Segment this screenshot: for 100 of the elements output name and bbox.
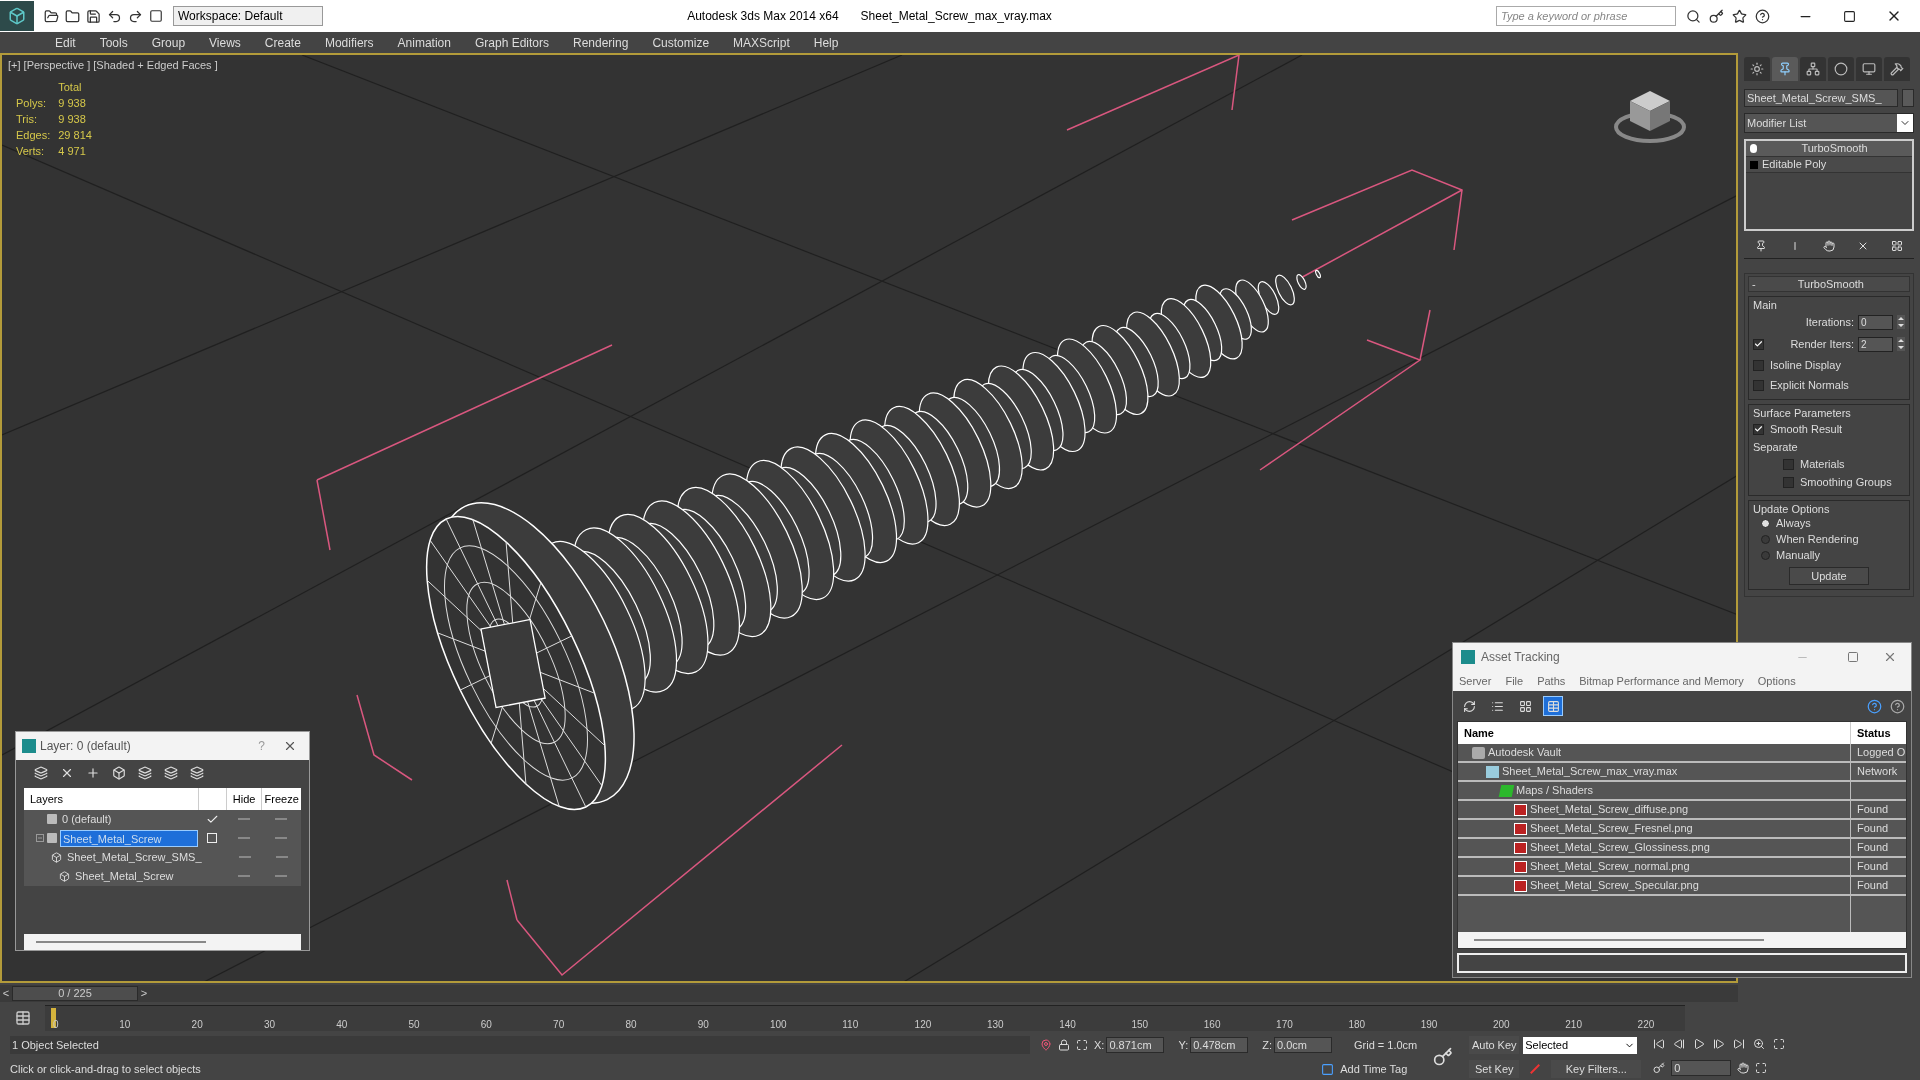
frame-number: 200 [1493,1018,1510,1032]
layer-name[interactable]: Sheet_Metal_Screw [60,829,199,847]
set-key-button[interactable]: Set Key [1469,1060,1520,1078]
layer-name[interactable]: Sheet_Metal_Screw [73,867,199,885]
radio-label: Always [1776,515,1811,531]
menu-item[interactable]: Views [209,33,241,52]
auto-key-button[interactable]: Auto Key [1469,1036,1520,1054]
stat-value: 4 971 [58,144,87,159]
radio-label: When Rendering [1776,531,1859,547]
app-title: Autodesk 3ds Max 2014 x64 [687,8,839,25]
collapse-sign: - [1752,276,1756,292]
frame-number: 30 [263,1018,275,1032]
asset-name[interactable]: Sheet_Metal_Screw_max_vray.max [1502,763,1678,780]
modifier-list-dropdown[interactable]: Modifier List [1744,113,1914,133]
rollout-title: TurboSmooth [1796,276,1865,292]
asset-status: Found [1857,841,1889,853]
frame-number: 140 [1059,1018,1076,1032]
asset-name[interactable]: Sheet_Metal_Screw_Fresnel.png [1530,820,1693,837]
asset-status: Found [1857,822,1889,834]
menu-item[interactable]: Group [151,33,186,52]
menu-item[interactable]: Bitmap Performance and Memory [1579,672,1744,690]
coordinate-field[interactable]: 0.478cm [1190,1037,1249,1053]
file-title: Sheet_Metal_Screw_max_vray.max [860,8,1052,25]
asset-name[interactable]: Sheet_Metal_Screw_Glossiness.png [1530,839,1710,856]
menu-item[interactable]: File [1505,672,1524,690]
dialog-title: Layer: 0 (default) [40,738,132,755]
menu-item[interactable]: Modifiers [324,33,374,52]
frame-number: 220 [1637,1018,1655,1032]
menu-item[interactable]: Customize [652,33,710,52]
coordinate-field[interactable]: 0.871cm [1106,1037,1165,1053]
frame-number: 190 [1420,1018,1438,1032]
frame-number: 90 [697,1018,709,1032]
object-name-field[interactable]: Sheet_Metal_Screw_SMS_ [1744,89,1898,107]
frame-number: 160 [1203,1018,1221,1032]
key-filters-button[interactable]: Key Filters... [1551,1060,1642,1078]
window-title: Asset Tracking [1481,649,1561,666]
coordinate-field[interactable]: 0.0cm [1274,1037,1332,1053]
checkbox-label: Explicit Normals [1770,377,1849,393]
column-header: Layers [29,791,65,807]
asset-name[interactable]: Autodesk Vault [1488,744,1562,761]
spinner-field[interactable]: 0 [1858,314,1893,330]
asset-name[interactable]: Maps / Shaders [1516,782,1594,799]
stat-value: 9 938 [58,96,87,111]
frame-number: 150 [1131,1018,1149,1032]
checkbox-label: Isoline Display [1770,357,1841,373]
grid-size: Grid = 1.0cm [1354,1037,1418,1053]
menu-item[interactable]: Help [813,33,839,52]
asset-name[interactable]: Sheet_Metal_Screw_normal.png [1530,858,1690,875]
search-field[interactable]: Type a keyword or phrase [1496,6,1676,26]
frame-number: 210 [1565,1018,1582,1032]
frame-number: 50 [408,1018,420,1032]
stat-value: 9 938 [58,112,87,127]
next-frame-button[interactable]: > [138,984,150,1002]
time-slider-thumb[interactable]: 0 / 225 [12,985,138,1001]
stack-item[interactable]: Editable Poly [1746,157,1912,173]
stack-item[interactable]: TurboSmooth [1746,141,1912,157]
column-header: Hide [225,788,262,810]
frame-number: 130 [986,1018,1004,1032]
menu-item[interactable]: Create [264,33,301,52]
column-header: Name [1463,725,1495,741]
menu-item[interactable]: Graph Editors [474,33,549,52]
rollout-header[interactable]: - TurboSmooth [1748,276,1910,292]
asset-name[interactable]: Sheet_Metal_Screw_diffuse.png [1530,801,1689,818]
frame-number: 60 [480,1018,492,1032]
update-button[interactable]: Update [1789,567,1869,585]
layer-name[interactable]: Sheet_Metal_Screw_SMS_ [65,848,204,866]
frame-number: 70 [553,1018,565,1032]
checkbox-label: Smooth Result [1770,421,1843,437]
layer-name[interactable]: 0 (default) [60,810,199,828]
key-mode-dropdown[interactable]: Selected [1523,1036,1638,1054]
menu-item[interactable]: Options [1757,672,1796,690]
frame-number: 80 [625,1018,637,1032]
frame-number: 120 [914,1018,932,1032]
group-title: Main [1753,298,1778,311]
frame-number: 10 [119,1018,131,1032]
stats-header: Total [58,80,83,95]
asset-status: Network [1857,765,1898,777]
viewport-label: [+] [Perspective ] [Shaded + Edged Faces ] [8,58,218,73]
menu-item[interactable]: Rendering [573,33,629,52]
menu-item[interactable]: Paths [1537,672,1566,690]
previous-frame-button[interactable]: < [0,984,12,1002]
stat-label: Edges: [16,128,51,143]
frame-number: 180 [1348,1018,1366,1032]
group-title: Update Options [1753,502,1831,515]
asset-status: Found [1857,879,1889,891]
add-time-tag-button[interactable]: Add Time Tag [1340,1060,1408,1078]
coordinate-label: Y: [1178,1037,1189,1053]
menu-item[interactable]: MAXScript [733,33,790,52]
spinner-field[interactable]: 2 [1858,336,1893,352]
frame-number: 170 [1276,1018,1293,1032]
column-header: Freeze [261,788,301,810]
menu-item[interactable]: Server [1459,672,1492,690]
menu-item[interactable]: Tools [99,33,128,52]
menu-item[interactable]: Edit [55,33,76,52]
menu-item[interactable]: Animation [397,33,451,52]
asset-name[interactable]: Sheet_Metal_Screw_Specular.png [1530,877,1699,894]
frame-number: 110 [842,1018,859,1032]
current-frame-field[interactable]: 0 [1671,1060,1732,1076]
stat-label: Verts: [16,144,46,159]
workspace-dropdown[interactable]: Workspace: Default [173,6,323,26]
